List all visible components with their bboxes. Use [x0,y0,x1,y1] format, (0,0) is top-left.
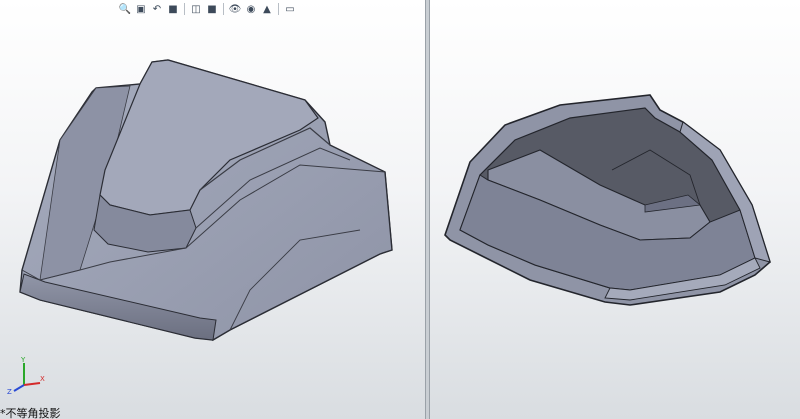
svg-text:Y: Y [20,356,26,364]
coordinate-triad: Y X Z [7,356,45,395]
edit-appearance-icon[interactable]: ◉ [244,2,258,16]
toolbar-separator [184,3,185,15]
graphics-viewport-right[interactable]: Y X Z [430,0,800,419]
heads-up-view-toolbar: 🔍 ▣ ↶ ■ ◫ ■ 👁 ◉ ▲ ▭ [118,1,297,17]
part-model-bottom-view[interactable] [430,0,800,419]
scene-icon[interactable]: ▲ [260,2,274,16]
svg-text:Z: Z [7,388,12,395]
zoom-area-icon[interactable]: ▣ [134,2,148,16]
previous-view-icon[interactable]: ↶ [150,2,164,16]
section-view-icon[interactable]: ■ [166,2,180,16]
svg-text:X: X [40,375,45,383]
view-settings-icon[interactable]: ▭ [283,2,297,16]
toolbar-separator [223,3,224,15]
view-orientation-label: *不等角投影 [0,407,61,419]
search-icon[interactable]: 🔍 [118,2,132,16]
part-model-isometric[interactable] [0,0,425,419]
view-orientation-icon[interactable]: ◫ [189,2,203,16]
display-style-icon[interactable]: ■ [205,2,219,16]
hide-show-icon[interactable]: 👁 [228,2,242,16]
graphics-viewport-left[interactable]: Y X Z *不等角投影 [0,0,425,419]
toolbar-separator [278,3,279,15]
